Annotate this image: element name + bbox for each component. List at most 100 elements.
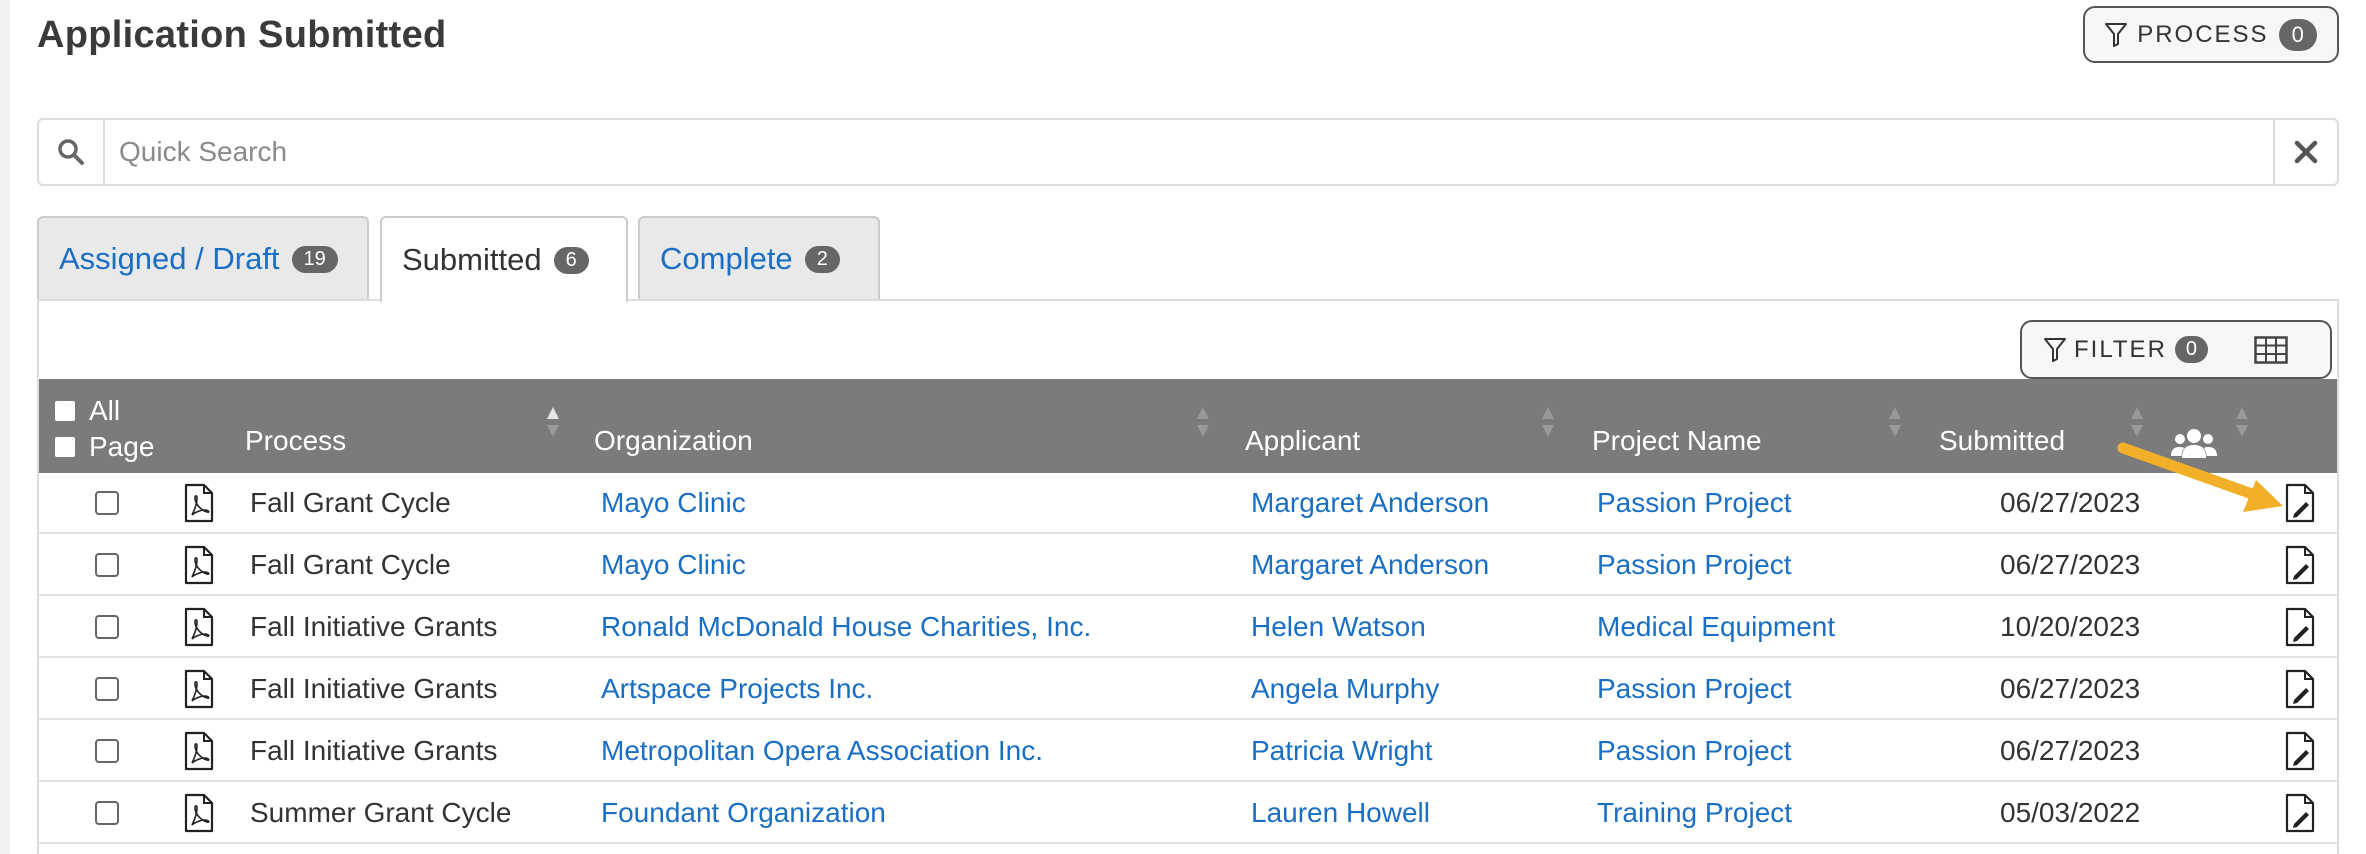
- filter-icon: [2044, 337, 2066, 362]
- cell-project-name-link[interactable]: Passion Project: [1597, 549, 1792, 581]
- table-columns-icon: [2254, 335, 2288, 364]
- select-all-checkbox[interactable]: [55, 401, 75, 421]
- cell-process: Fall Initiative Grants: [250, 735, 498, 766]
- sort-icon-team[interactable]: [2235, 405, 2249, 439]
- row-checkbox[interactable]: [95, 553, 119, 577]
- select-page-control[interactable]: Page: [55, 431, 154, 463]
- tab-complete[interactable]: Complete 2: [638, 216, 880, 300]
- search-input[interactable]: [105, 120, 2273, 184]
- cell-applicant-link[interactable]: Angela Murphy: [1251, 673, 1439, 705]
- select-all-label: All: [89, 395, 121, 426]
- page-left-gutter: [0, 0, 10, 854]
- cell-applicant-link[interactable]: Lauren Howell: [1251, 797, 1430, 829]
- column-header-submitted[interactable]: Submitted: [1939, 425, 2065, 457]
- tab-label: Submitted: [402, 242, 542, 277]
- cell-submitted-date: 05/03/2022: [2000, 797, 2141, 828]
- cell-project-name-link[interactable]: Passion Project: [1597, 673, 1792, 705]
- tab-label: Complete: [660, 241, 793, 276]
- sort-icon-project-name[interactable]: [1888, 405, 1902, 439]
- filter-button[interactable]: FILTER 0: [2022, 336, 2222, 364]
- sort-icon-process[interactable]: [546, 405, 560, 439]
- cell-applicant-link[interactable]: Helen Watson: [1251, 611, 1426, 643]
- process-count-badge: 0: [2278, 18, 2317, 51]
- column-settings-button[interactable]: [2254, 335, 2288, 364]
- table-header: All Page Process Organization Applicant …: [39, 379, 2337, 473]
- edit-document-icon[interactable]: [2285, 669, 2315, 709]
- table-row: Fall Grant Cycle Mayo Clinic Margaret An…: [39, 534, 2337, 596]
- tab-label: Assigned / Draft: [59, 241, 280, 276]
- tab-count-badge: 19: [291, 245, 338, 273]
- table-toolbar: FILTER 0: [2020, 320, 2332, 379]
- table-row: Fall Initiative Grants Artspace Projects…: [39, 658, 2337, 720]
- cell-organization-link[interactable]: Artspace Projects Inc.: [601, 673, 873, 705]
- cell-submitted-date: 06/27/2023: [2000, 735, 2141, 766]
- edit-document-icon[interactable]: [2285, 731, 2315, 771]
- row-checkbox[interactable]: [95, 801, 119, 825]
- close-icon: [2294, 140, 2318, 164]
- search-icon-cell: [39, 120, 105, 184]
- filter-button-label: FILTER: [2074, 335, 2167, 363]
- filter-count-badge: 0: [2174, 336, 2209, 363]
- cell-process: Fall Initiative Grants: [250, 611, 498, 642]
- cell-process: Fall Grant Cycle: [250, 549, 451, 580]
- column-header-organization[interactable]: Organization: [594, 425, 753, 457]
- cell-submitted-date: 06/27/2023: [2000, 549, 2141, 580]
- sort-icon-organization[interactable]: [1196, 405, 1210, 439]
- column-header-project-name[interactable]: Project Name: [1592, 425, 1762, 457]
- cell-organization-link[interactable]: Mayo Clinic: [601, 487, 746, 519]
- cell-project-name-link[interactable]: Medical Equipment: [1597, 611, 1835, 643]
- cell-project-name-link[interactable]: Passion Project: [1597, 735, 1792, 767]
- edit-document-icon[interactable]: [2285, 545, 2315, 585]
- tab-count-badge: 2: [804, 245, 840, 273]
- column-header-applicant[interactable]: Applicant: [1245, 425, 1360, 457]
- cell-project-name-link[interactable]: Training Project: [1597, 797, 1792, 829]
- row-checkbox[interactable]: [95, 739, 119, 763]
- page-title: Application Submitted: [37, 14, 447, 56]
- pdf-file-icon[interactable]: [184, 669, 214, 709]
- clear-search-button[interactable]: [2273, 120, 2337, 184]
- select-page-checkbox[interactable]: [55, 437, 75, 457]
- tab-assigned-draft[interactable]: Assigned / Draft 19: [37, 216, 369, 300]
- table-row: Summer Grant Cycle Foundant Organization…: [39, 782, 2337, 844]
- column-header-process[interactable]: Process: [245, 425, 346, 457]
- tab-count-badge: 6: [553, 246, 589, 274]
- cell-applicant-link[interactable]: Margaret Anderson: [1251, 549, 1489, 581]
- pdf-file-icon[interactable]: [184, 607, 214, 647]
- users-icon: [2171, 429, 2217, 458]
- cell-process: Fall Grant Cycle: [250, 487, 451, 518]
- row-checkbox[interactable]: [95, 677, 119, 701]
- cell-process: Summer Grant Cycle: [250, 797, 512, 828]
- cell-organization-link[interactable]: Ronald McDonald House Charities, Inc.: [601, 611, 1091, 643]
- pdf-file-icon[interactable]: [184, 731, 214, 771]
- row-checkbox[interactable]: [95, 491, 119, 515]
- sort-icon-applicant[interactable]: [1541, 405, 1555, 439]
- cell-process: Fall Initiative Grants: [250, 673, 498, 704]
- cell-organization-link[interactable]: Metropolitan Opera Association Inc.: [601, 735, 1043, 767]
- process-button-label: PROCESS: [2137, 20, 2269, 48]
- select-all-control[interactable]: All: [55, 395, 120, 427]
- cell-organization-link[interactable]: Foundant Organization: [601, 797, 886, 829]
- cell-project-name-link[interactable]: Passion Project: [1597, 487, 1792, 519]
- pdf-file-icon[interactable]: [184, 545, 214, 585]
- cell-submitted-date: 06/27/2023: [2000, 487, 2141, 518]
- cell-submitted-date: 10/20/2023: [2000, 611, 2141, 642]
- row-checkbox[interactable]: [95, 615, 119, 639]
- pdf-file-icon[interactable]: [184, 793, 214, 833]
- cell-submitted-date: 06/27/2023: [2000, 673, 2141, 704]
- quick-search-bar: [37, 118, 2339, 186]
- cell-applicant-link[interactable]: Margaret Anderson: [1251, 487, 1489, 519]
- tab-submitted[interactable]: Submitted 6: [380, 216, 628, 302]
- cell-organization-link[interactable]: Mayo Clinic: [601, 549, 746, 581]
- table-row: Fall Initiative Grants Ronald McDonald H…: [39, 596, 2337, 658]
- edit-document-icon[interactable]: [2285, 793, 2315, 833]
- sort-icon-submitted[interactable]: [2130, 405, 2144, 439]
- edit-document-icon[interactable]: [2285, 483, 2315, 523]
- filter-icon: [2105, 22, 2128, 47]
- pdf-file-icon[interactable]: [184, 483, 214, 523]
- table-row: Fall Initiative Grants Metropolitan Oper…: [39, 720, 2337, 782]
- edit-document-icon[interactable]: [2285, 607, 2315, 647]
- process-filter-button[interactable]: PROCESS 0: [2083, 6, 2339, 63]
- table-row: Fall Grant Cycle Mayo Clinic Margaret An…: [39, 472, 2337, 534]
- cell-applicant-link[interactable]: Patricia Wright: [1251, 735, 1433, 767]
- search-icon: [58, 139, 84, 165]
